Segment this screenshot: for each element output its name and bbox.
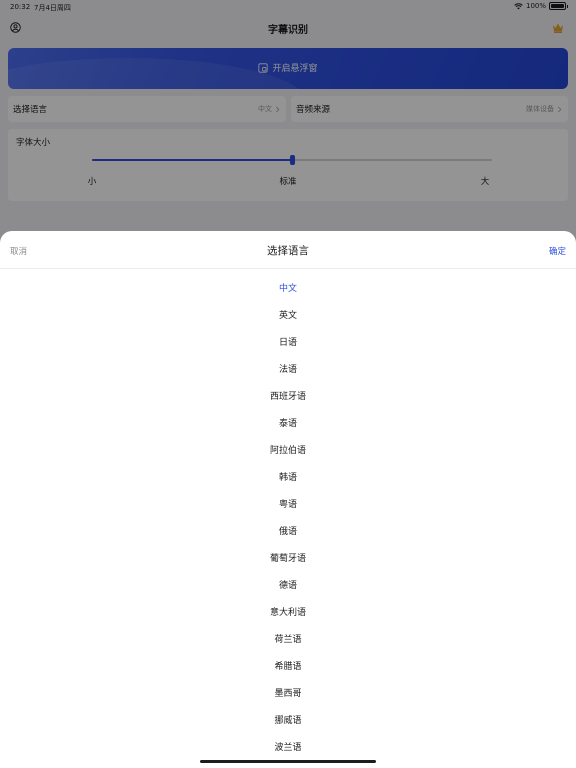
sheet-header: 取消 选择语言 确定 (0, 231, 576, 269)
language-option[interactable]: 韩语 (0, 465, 576, 492)
sheet-title: 选择语言 (267, 245, 309, 257)
language-option[interactable]: 泰语 (0, 411, 576, 438)
language-option[interactable]: 法语 (0, 357, 576, 384)
language-option[interactable]: 意大利语 (0, 600, 576, 627)
language-option[interactable]: 俄语 (0, 519, 576, 546)
language-option[interactable]: 荷兰语 (0, 627, 576, 654)
language-option[interactable]: 英文 (0, 303, 576, 330)
language-option[interactable]: 墨西哥 (0, 681, 576, 708)
language-list: 中文 英文 日语 法语 西班牙语 泰语 阿拉伯语 韩语 粤语 俄语 葡萄牙语 德语 意大利语 荷兰语 希腊语… (0, 276, 576, 762)
language-option[interactable]: 中文 (0, 276, 576, 303)
language-option[interactable]: 阿拉伯语 (0, 438, 576, 465)
language-option[interactable]: 日语 (0, 330, 576, 357)
language-picker-sheet: 取消 选择语言 确定 中文 英文 日语 法语 西班牙语 泰语 阿拉伯语 韩语 粤语 俄语 葡萄牙语德… (0, 231, 576, 768)
language-option[interactable]: 西班牙语 (0, 384, 576, 411)
language-option[interactable]: 希腊语 (0, 654, 576, 681)
language-option[interactable]: 挪威语 (0, 708, 576, 735)
home-indicator (200, 760, 376, 763)
language-option[interactable]: 德语 (0, 573, 576, 600)
language-option[interactable]: 葡萄牙语 (0, 546, 576, 573)
confirm-button[interactable]: 确定 (549, 245, 566, 257)
language-option[interactable]: 粤语 (0, 492, 576, 519)
language-option[interactable]: 波兰语 (0, 735, 576, 762)
